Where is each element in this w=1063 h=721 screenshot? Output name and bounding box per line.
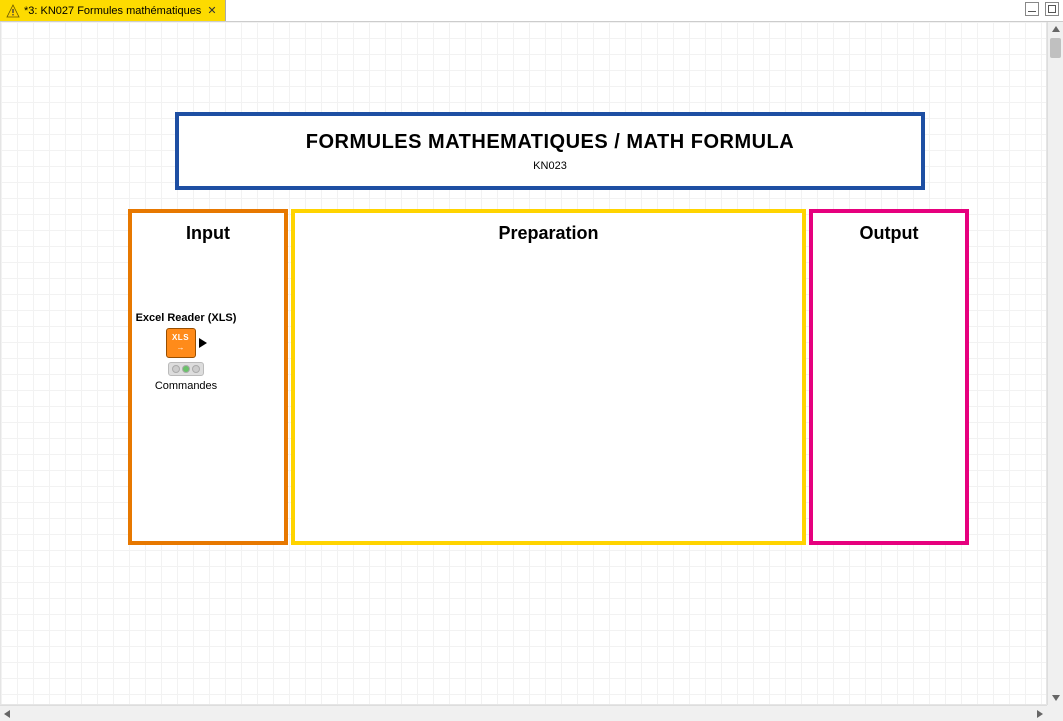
close-tab-icon[interactable]: ✕: [205, 4, 218, 17]
annotation-title-headline: FORMULES MATHEMATIQUES / MATH FORMULA: [306, 131, 794, 154]
node-body: XLS →: [166, 328, 207, 358]
status-light-green-icon: [192, 365, 200, 373]
scroll-down-button[interactable]: [1048, 691, 1063, 705]
scroll-right-button[interactable]: [1033, 706, 1047, 721]
node-excel-reader[interactable]: Excel Reader (XLS) XLS → Commandes: [126, 312, 246, 392]
node-icon[interactable]: XLS →: [166, 328, 196, 358]
annotation-title-subtitle: KN023: [533, 160, 567, 172]
node-type-label: Excel Reader (XLS): [136, 312, 237, 324]
window-controls: [1025, 2, 1059, 16]
arrow-right-icon: →: [177, 344, 185, 352]
vertical-scrollbar[interactable]: [1047, 22, 1063, 705]
chevron-up-icon: [1052, 26, 1060, 32]
scroll-up-button[interactable]: [1048, 22, 1063, 36]
scroll-v-thumb[interactable]: [1050, 38, 1061, 58]
node-output-port-icon[interactable]: [199, 338, 207, 348]
minimize-button[interactable]: [1025, 2, 1039, 16]
xls-icon-text: XLS: [172, 334, 189, 342]
workflow-canvas[interactable]: FORMULES MATHEMATIQUES / MATH FORMULA KN…: [0, 22, 1047, 705]
annotation-output-label: Output: [813, 213, 965, 244]
status-light-yellow-icon: [182, 365, 190, 373]
chevron-left-icon: [4, 710, 10, 718]
annotation-title-box[interactable]: FORMULES MATHEMATIQUES / MATH FORMULA KN…: [175, 112, 925, 190]
annotation-output-box[interactable]: Output: [809, 209, 969, 545]
tab-title: *3: KN027 Formules mathématiques: [24, 5, 201, 17]
editor-tab-bar: *3: KN027 Formules mathématiques ✕: [0, 0, 1063, 22]
warning-icon: [6, 4, 20, 18]
scroll-left-button[interactable]: [0, 706, 14, 721]
status-light-red-icon: [172, 365, 180, 373]
maximize-button[interactable]: [1045, 2, 1059, 16]
workflow-tab[interactable]: *3: KN027 Formules mathématiques ✕: [0, 0, 226, 21]
annotation-preparation-box[interactable]: Preparation: [291, 209, 806, 545]
horizontal-scrollbar[interactable]: [0, 705, 1047, 721]
node-status-lights: [168, 362, 204, 376]
chevron-right-icon: [1037, 710, 1043, 718]
annotation-input-label: Input: [132, 213, 284, 244]
scroll-corner: [1047, 705, 1063, 721]
canvas-viewport: FORMULES MATHEMATIQUES / MATH FORMULA KN…: [0, 22, 1047, 705]
chevron-down-icon: [1052, 695, 1060, 701]
node-name-label: Commandes: [155, 380, 217, 392]
annotation-preparation-label: Preparation: [295, 213, 802, 244]
